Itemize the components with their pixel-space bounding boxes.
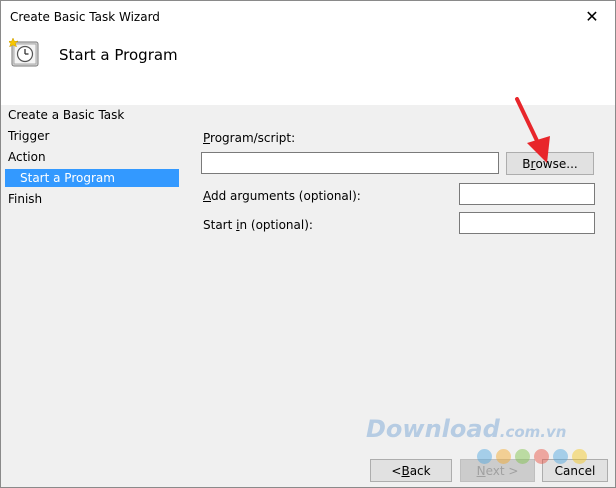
close-icon: ✕ (585, 6, 599, 26)
watermark-logo: Download.com.vn (366, 415, 567, 443)
title-bar: Create Basic Task Wizard ✕ (1, 1, 615, 31)
wizard-window: Create Basic Task Wizard ✕ Start a Progr… (0, 0, 616, 488)
add-arguments-field[interactable] (459, 183, 595, 205)
watermark-dot (534, 449, 549, 464)
close-button[interactable]: ✕ (569, 1, 615, 31)
wizard-steps-sidebar: Create a Basic Task Trigger Action Start… (1, 105, 191, 487)
clock-task-icon (9, 37, 39, 67)
step-trigger: Trigger (8, 129, 50, 143)
step-create-basic-task: Create a Basic Task (8, 108, 125, 122)
program-script-field[interactable] (201, 152, 499, 174)
start-in-label: Start in (optional): (203, 218, 313, 232)
add-arguments-input[interactable] (460, 184, 594, 204)
page-heading: Start a Program (59, 46, 178, 64)
watermark-dot (553, 449, 568, 464)
add-arguments-label: Add arguments (optional): (203, 189, 361, 203)
program-script-label: Program/script: (203, 131, 296, 145)
red-arrow-annotation-icon (515, 97, 550, 163)
start-in-field[interactable] (459, 212, 595, 234)
watermark-dot (515, 449, 530, 464)
watermark-dot (477, 449, 492, 464)
watermark-dots (477, 449, 587, 465)
window-title: Create Basic Task Wizard (10, 10, 160, 24)
step-start-a-program: Start a Program (5, 169, 179, 187)
wizard-header: Start a Program (1, 31, 615, 105)
watermark-dot (572, 449, 587, 464)
step-action: Action (8, 150, 46, 164)
step-finish: Finish (8, 192, 43, 206)
start-in-input[interactable] (460, 213, 594, 233)
watermark-dot (496, 449, 511, 464)
program-script-input[interactable] (202, 153, 498, 173)
back-button[interactable]: < Back (370, 459, 452, 482)
